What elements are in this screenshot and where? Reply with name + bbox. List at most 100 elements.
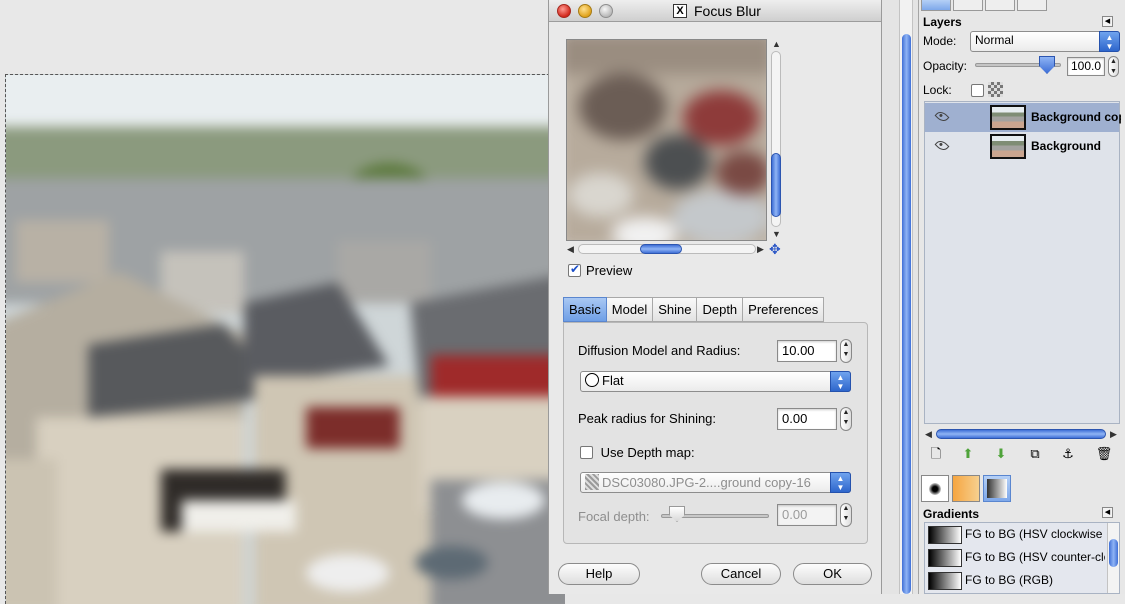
- new-layer-icon[interactable]: 🗋: [927, 445, 945, 463]
- dock-tab-undo[interactable]: [1017, 0, 1047, 11]
- lock-alpha-checkbox[interactable]: [971, 84, 984, 97]
- image-layer-boundary[interactable]: [5, 74, 565, 604]
- dock-tab-bar: [919, 0, 1125, 12]
- focal-depth-slider-thumb[interactable]: [669, 506, 685, 522]
- layer-mode-select[interactable]: Normal ▲ ▼: [970, 31, 1120, 52]
- preview-area[interactable]: [566, 39, 767, 241]
- dock-tab-paths[interactable]: [985, 0, 1015, 11]
- gradients-vertical-scrollbar[interactable]: [1107, 523, 1119, 593]
- layer-list-horizontal-scrollbar[interactable]: ◀ ▶: [924, 428, 1120, 442]
- tab-preferences[interactable]: Preferences: [743, 297, 825, 322]
- brush-icon: [929, 483, 941, 495]
- close-window-button[interactable]: [557, 4, 571, 18]
- tab-basic[interactable]: Basic: [563, 297, 607, 322]
- list-item[interactable]: FG to BG (RGB): [925, 570, 1105, 592]
- gradient-name: FG to BG (HSV clockwise hue): [965, 527, 1105, 541]
- scroll-thumb[interactable]: [1109, 539, 1118, 567]
- gradient-name: FG to BG (RGB): [965, 573, 1054, 587]
- panel-menu-icon[interactable]: ◀: [1102, 16, 1113, 27]
- scroll-up-icon[interactable]: ▲: [772, 39, 781, 49]
- chevron-updown-icon[interactable]: ▲ ▼: [830, 472, 851, 493]
- preview-vertical-scrollbar[interactable]: ▲ ▼: [769, 39, 783, 239]
- gradient-icon: [987, 479, 1007, 498]
- cancel-button[interactable]: Cancel: [701, 563, 781, 585]
- diffusion-model-select[interactable]: Flat ▲ ▼: [580, 371, 851, 392]
- dock-tab-gradients[interactable]: [983, 475, 1011, 502]
- peak-radius-spinner[interactable]: ▲ ▼: [840, 407, 852, 431]
- basic-tab-panel: Diffusion Model and Radius: 10.00 ▲ ▼ Fla…: [563, 322, 868, 544]
- preview-label: Preview: [586, 263, 633, 278]
- depth-map-swatch-icon: [585, 474, 599, 490]
- scroll-thumb[interactable]: [771, 153, 781, 217]
- gradients-panel-title: Gradients: [923, 507, 980, 521]
- scroll-right-icon[interactable]: ▶: [1110, 429, 1117, 439]
- image-canvas[interactable]: [0, 0, 565, 604]
- list-item[interactable]: FG to BG (HSV clockwise hue): [925, 524, 1105, 546]
- opacity-input[interactable]: 100.0: [1067, 57, 1105, 76]
- raise-layer-icon[interactable]: ⬆: [959, 445, 977, 463]
- lower-layer-icon[interactable]: ⬇: [992, 445, 1010, 463]
- lock-alpha-toggle[interactable]: [971, 83, 984, 98]
- layer-name[interactable]: Background copy: [1031, 110, 1121, 124]
- layer-row[interactable]: Background copy: [925, 103, 1121, 132]
- preview-toggle[interactable]: Preview: [568, 262, 633, 278]
- depth-map-value: DSC03080.JPG-2....ground copy-16: [602, 475, 811, 490]
- duplicate-layer-icon[interactable]: ⧉: [1026, 445, 1044, 463]
- chevron-updown-icon[interactable]: ▲ ▼: [830, 371, 851, 392]
- alpha-checker-icon: [988, 82, 1003, 97]
- diffusion-radius-input[interactable]: 10.00: [777, 340, 837, 362]
- delete-layer-icon[interactable]: 🗑: [1095, 445, 1113, 463]
- layers-panel-title: Layers: [923, 15, 962, 29]
- scroll-left-icon[interactable]: ◀: [925, 429, 932, 439]
- tab-model[interactable]: Model: [606, 297, 654, 322]
- panel-menu-icon[interactable]: ◀: [1102, 507, 1113, 518]
- diffusion-model-value: Flat: [602, 373, 624, 388]
- scroll-right-icon[interactable]: ▶: [757, 244, 764, 254]
- dock-tab-brushes[interactable]: [921, 475, 949, 502]
- layers-dock: Layers ◀ Mode: Normal ▲ ▼ Opacity: 100.0 …: [918, 0, 1125, 594]
- visibility-eye-icon[interactable]: [934, 138, 950, 153]
- chevron-updown-icon[interactable]: ▲ ▼: [1099, 31, 1120, 52]
- scroll-down-icon[interactable]: ▼: [772, 229, 781, 239]
- tab-bar: Basic Model Shine Depth Preferences: [563, 297, 825, 322]
- help-button[interactable]: Help: [558, 563, 640, 585]
- anchor-layer-icon[interactable]: ⚓: [1059, 445, 1077, 463]
- list-item[interactable]: FG to BG (HSV counter-clockwise): [925, 547, 1105, 569]
- dock-tab-patterns[interactable]: [952, 475, 980, 502]
- use-depth-checkbox[interactable]: [580, 446, 593, 459]
- preview-horizontal-scrollbar[interactable]: ◀ ▶: [566, 242, 768, 256]
- opacity-slider-thumb[interactable]: [1039, 56, 1055, 74]
- layer-thumbnail: [990, 134, 1026, 159]
- layer-name[interactable]: Background: [1031, 139, 1121, 153]
- scroll-thumb[interactable]: [640, 244, 682, 254]
- scroll-thumb[interactable]: [902, 34, 911, 594]
- layer-row[interactable]: Background: [925, 132, 1119, 161]
- gradients-list[interactable]: FG to BG (HSV clockwise hue) FG to BG (H…: [924, 522, 1120, 594]
- gradient-swatch: [928, 572, 962, 590]
- visibility-eye-icon[interactable]: [934, 109, 950, 124]
- peak-radius-input[interactable]: 0.00: [777, 408, 837, 430]
- tab-shine[interactable]: Shine: [653, 297, 698, 322]
- layer-list[interactable]: Background copy Background: [924, 101, 1121, 424]
- scroll-thumb[interactable]: [936, 429, 1106, 439]
- use-depth-label: Use Depth map:: [600, 445, 695, 460]
- scroll-left-icon[interactable]: ◀: [567, 244, 574, 254]
- navigate-icon[interactable]: ✥: [769, 242, 783, 256]
- tab-depth[interactable]: Depth: [697, 297, 744, 322]
- zoom-window-button[interactable]: [599, 4, 613, 18]
- diffusion-radius-spinner[interactable]: ▲ ▼: [840, 339, 852, 363]
- focal-depth-input[interactable]: 0.00: [777, 504, 837, 526]
- diffusion-label: Diffusion Model and Radius:: [578, 343, 741, 358]
- dock-tab-channels[interactable]: [953, 0, 983, 11]
- dialog-titlebar[interactable]: X Focus Blur: [549, 0, 881, 22]
- ok-button[interactable]: OK: [793, 563, 872, 585]
- opacity-spinner[interactable]: ▲ ▼: [1108, 56, 1119, 77]
- dock-tab-layers[interactable]: [921, 0, 951, 11]
- preview-image: [567, 40, 766, 240]
- minimize-window-button[interactable]: [578, 4, 592, 18]
- canvas-vertical-scrollbar[interactable]: [899, 0, 913, 594]
- focal-depth-spinner[interactable]: ▲ ▼: [840, 503, 852, 527]
- preview-checkbox[interactable]: [568, 262, 581, 277]
- use-depth-toggle[interactable]: Use Depth map:: [580, 445, 695, 460]
- depth-map-select[interactable]: DSC03080.JPG-2....ground copy-16 ▲ ▼: [580, 472, 851, 493]
